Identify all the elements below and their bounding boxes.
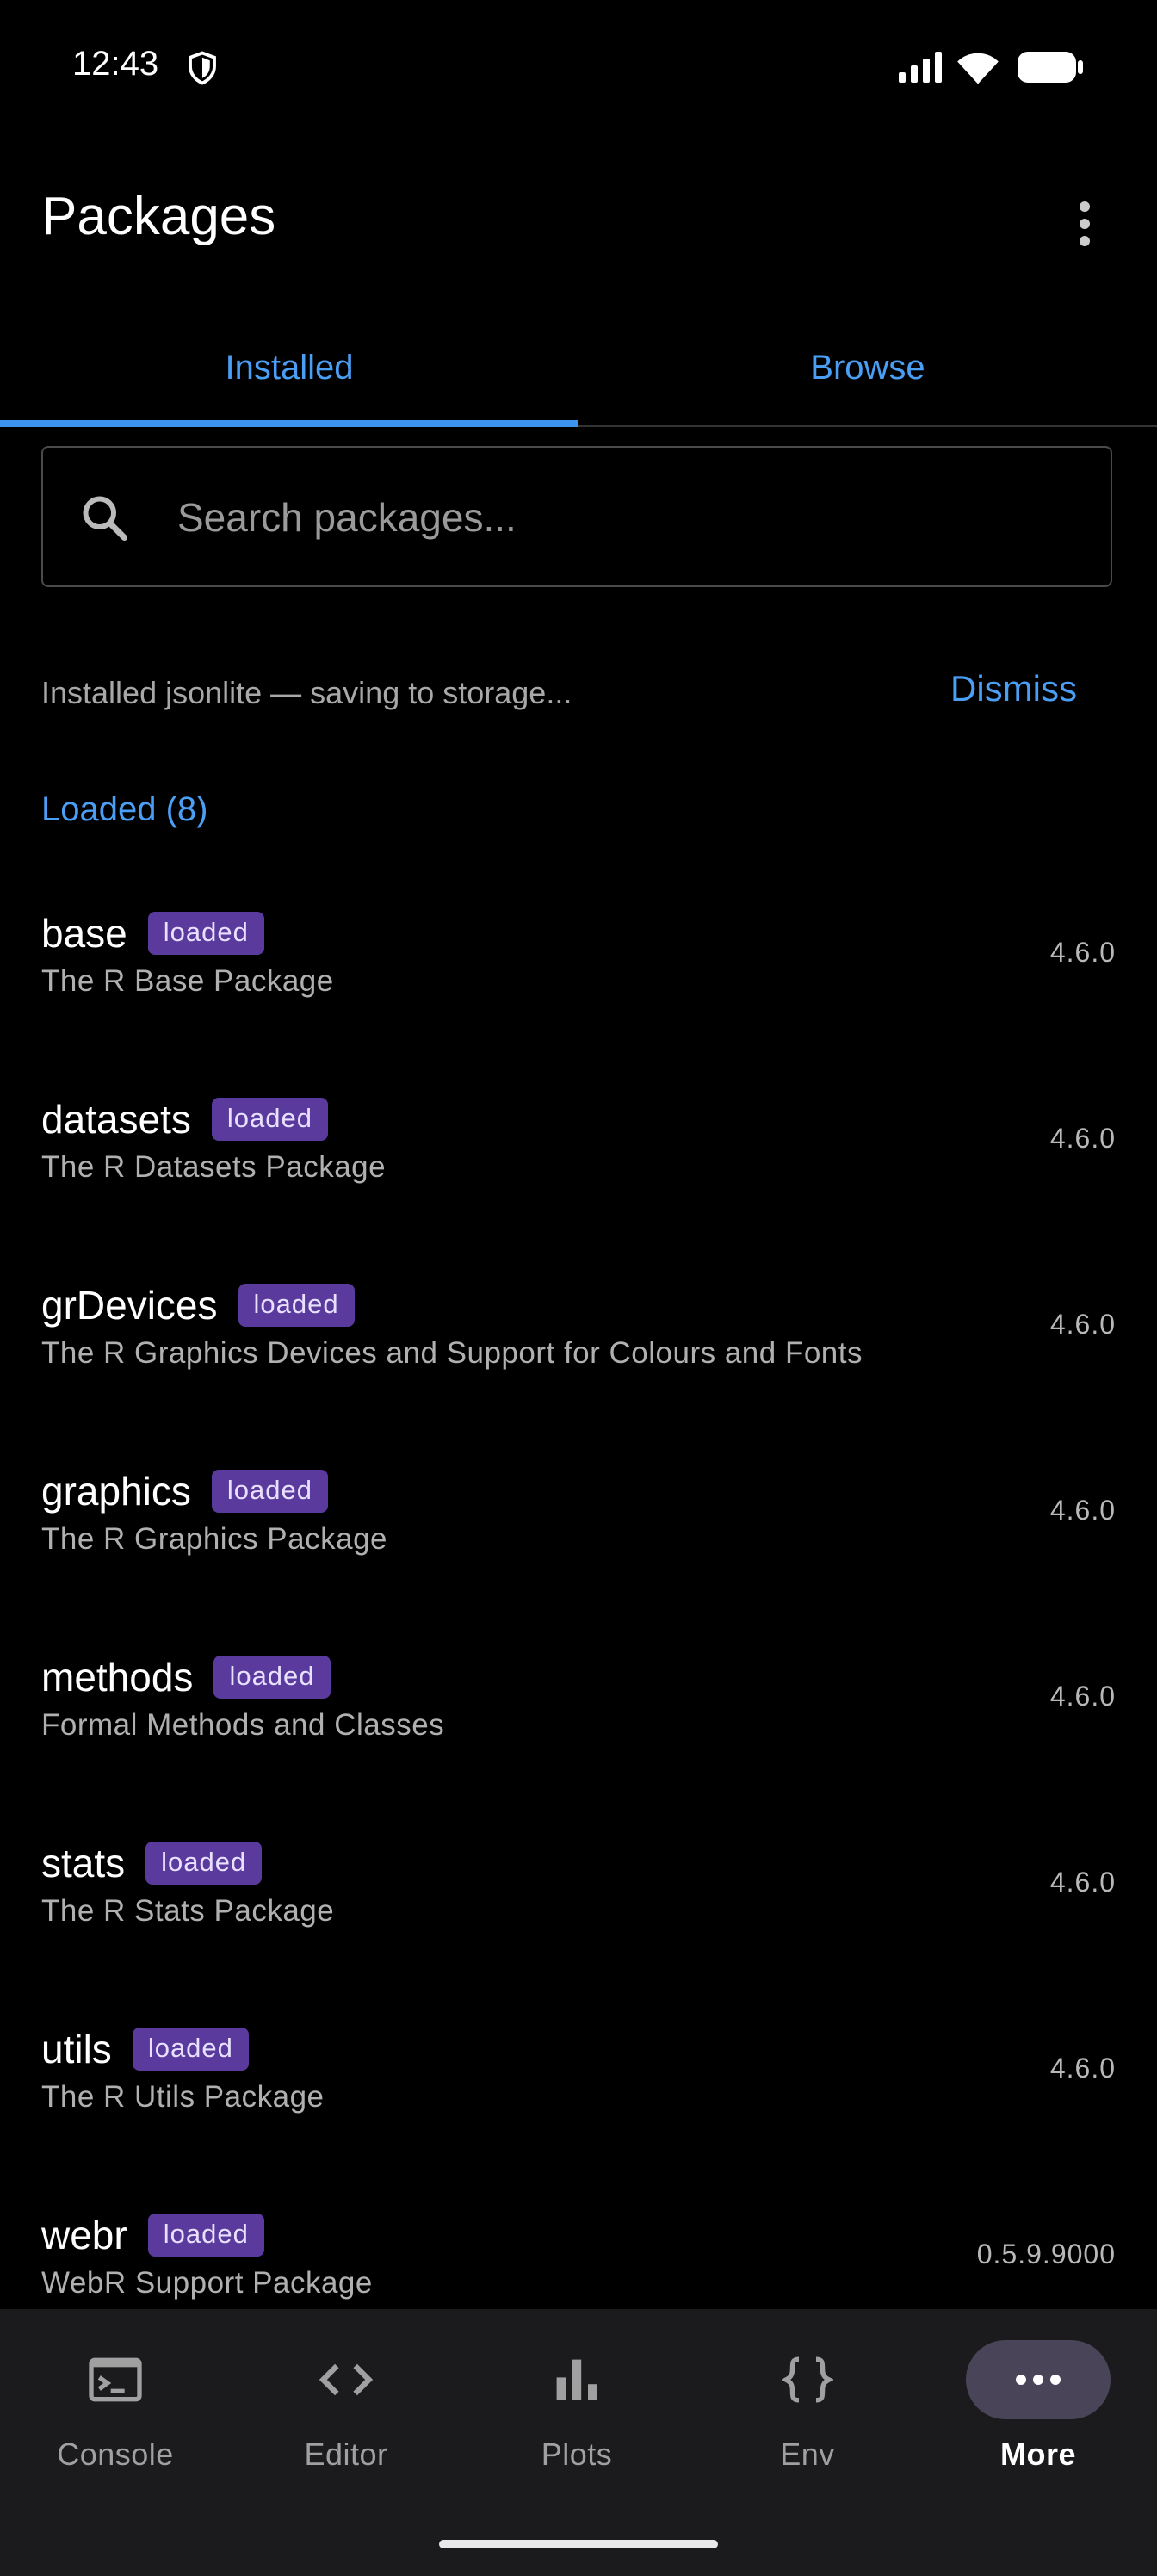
package-version: 4.6.0	[1049, 937, 1116, 968]
tab-installed[interactable]: Installed	[0, 310, 578, 425]
package-row[interactable]: graphics loaded The R Graphics Package 4…	[0, 1419, 1157, 1605]
tab-bar: Installed Browse	[0, 310, 1157, 427]
package-name: datasets	[41, 1097, 191, 1142]
home-indicator[interactable]	[439, 2540, 718, 2548]
package-description: Formal Methods and Classes	[41, 1708, 445, 1742]
bar-chart-icon	[556, 2359, 597, 2400]
package-name: grDevices	[41, 1283, 218, 1328]
app-bar: Packages	[0, 155, 1157, 284]
package-version: 4.6.0	[1049, 1123, 1116, 1154]
status-badge: loaded	[147, 912, 264, 955]
package-name: methods	[41, 1655, 194, 1700]
braces-icon	[782, 2356, 833, 2403]
package-row[interactable]: methods loaded Formal Methods and Classe…	[0, 1605, 1157, 1791]
package-version: 4.6.0	[1049, 2053, 1116, 2084]
package-version: 4.6.0	[1049, 1867, 1116, 1898]
search-icon	[83, 496, 127, 541]
search-box	[41, 446, 1112, 587]
wifi-icon	[957, 53, 999, 84]
install-status-text: Installed jsonlite — saving to storage..…	[41, 675, 572, 710]
status-badge: loaded	[211, 1098, 328, 1141]
package-row[interactable]: grDevices loaded The R Graphics Devices …	[0, 1233, 1157, 1419]
package-version: 4.6.0	[1049, 1681, 1116, 1712]
tab-indicator	[0, 420, 578, 427]
status-badge: loaded	[147, 2214, 264, 2257]
nav-label: Console	[57, 2437, 174, 2472]
code-icon	[319, 2363, 374, 2396]
status-badge: loaded	[238, 1284, 355, 1327]
package-row[interactable]: webr loaded WebR Support Package 0.5.9.9…	[0, 2163, 1157, 2307]
signal-icon	[899, 52, 942, 83]
package-name: base	[41, 911, 127, 956]
nav-console[interactable]: Console	[0, 2309, 231, 2516]
package-row[interactable]: base loaded The R Base Package 4.6.0	[0, 861, 1157, 1047]
status-time: 12:43	[72, 45, 159, 83]
status-bar: 12:43	[0, 0, 1157, 138]
package-version: 4.6.0	[1049, 1495, 1116, 1526]
page-title: Packages	[41, 187, 276, 246]
nav-label: Plots	[541, 2437, 613, 2472]
shield-icon	[189, 51, 216, 85]
nav-label: Editor	[304, 2437, 388, 2472]
more-horiz-icon	[1016, 2375, 1061, 2385]
package-description: WebR Support Package	[41, 2266, 373, 2300]
status-badge: loaded	[132, 2028, 249, 2071]
battery-icon	[1018, 52, 1083, 83]
package-description: The R Graphics Package	[41, 1522, 388, 1556]
terminal-icon	[89, 2357, 142, 2402]
package-name: stats	[41, 1841, 126, 1886]
status-badge: loaded	[145, 1842, 263, 1885]
package-version: 4.6.0	[1049, 1309, 1116, 1340]
status-badge: loaded	[213, 1656, 331, 1699]
package-row[interactable]: stats loaded The R Stats Package 4.6.0	[0, 1791, 1157, 1977]
nav-label: Env	[780, 2437, 835, 2472]
package-list: base loaded The R Base Package 4.6.0 dat…	[0, 861, 1157, 2307]
more-vert-icon	[1080, 201, 1090, 246]
package-name: graphics	[41, 1469, 191, 1514]
package-name: webr	[41, 2213, 127, 2257]
bottom-nav: Console Editor Plots Env More	[0, 2309, 1157, 2576]
more-options-button[interactable]	[1050, 189, 1119, 258]
nav-more[interactable]: More	[923, 2309, 1154, 2516]
nav-plots[interactable]: Plots	[461, 2309, 692, 2516]
status-badge: loaded	[211, 1470, 328, 1513]
package-row[interactable]: datasets loaded The R Datasets Package 4…	[0, 1047, 1157, 1233]
package-description: The R Utils Package	[41, 2080, 325, 2114]
nav-label: More	[999, 2437, 1076, 2472]
tab-browse[interactable]: Browse	[578, 310, 1157, 425]
package-description: The R Datasets Package	[41, 1150, 387, 1184]
package-version: 0.5.9.9000	[976, 2239, 1116, 2269]
package-row[interactable]: utils loaded The R Utils Package 4.6.0	[0, 1977, 1157, 2163]
nav-env[interactable]: Env	[692, 2309, 923, 2516]
package-name: utils	[41, 2027, 112, 2071]
package-description: The R Base Package	[41, 964, 334, 998]
package-description: The R Stats Package	[41, 1894, 335, 1928]
dismiss-button[interactable]: Dismiss	[950, 668, 1077, 709]
nav-editor[interactable]: Editor	[231, 2309, 461, 2516]
search-input[interactable]	[176, 448, 1074, 587]
package-description: The R Graphics Devices and Support for C…	[41, 1336, 863, 1370]
section-header-loaded: Loaded (8)	[41, 790, 208, 828]
